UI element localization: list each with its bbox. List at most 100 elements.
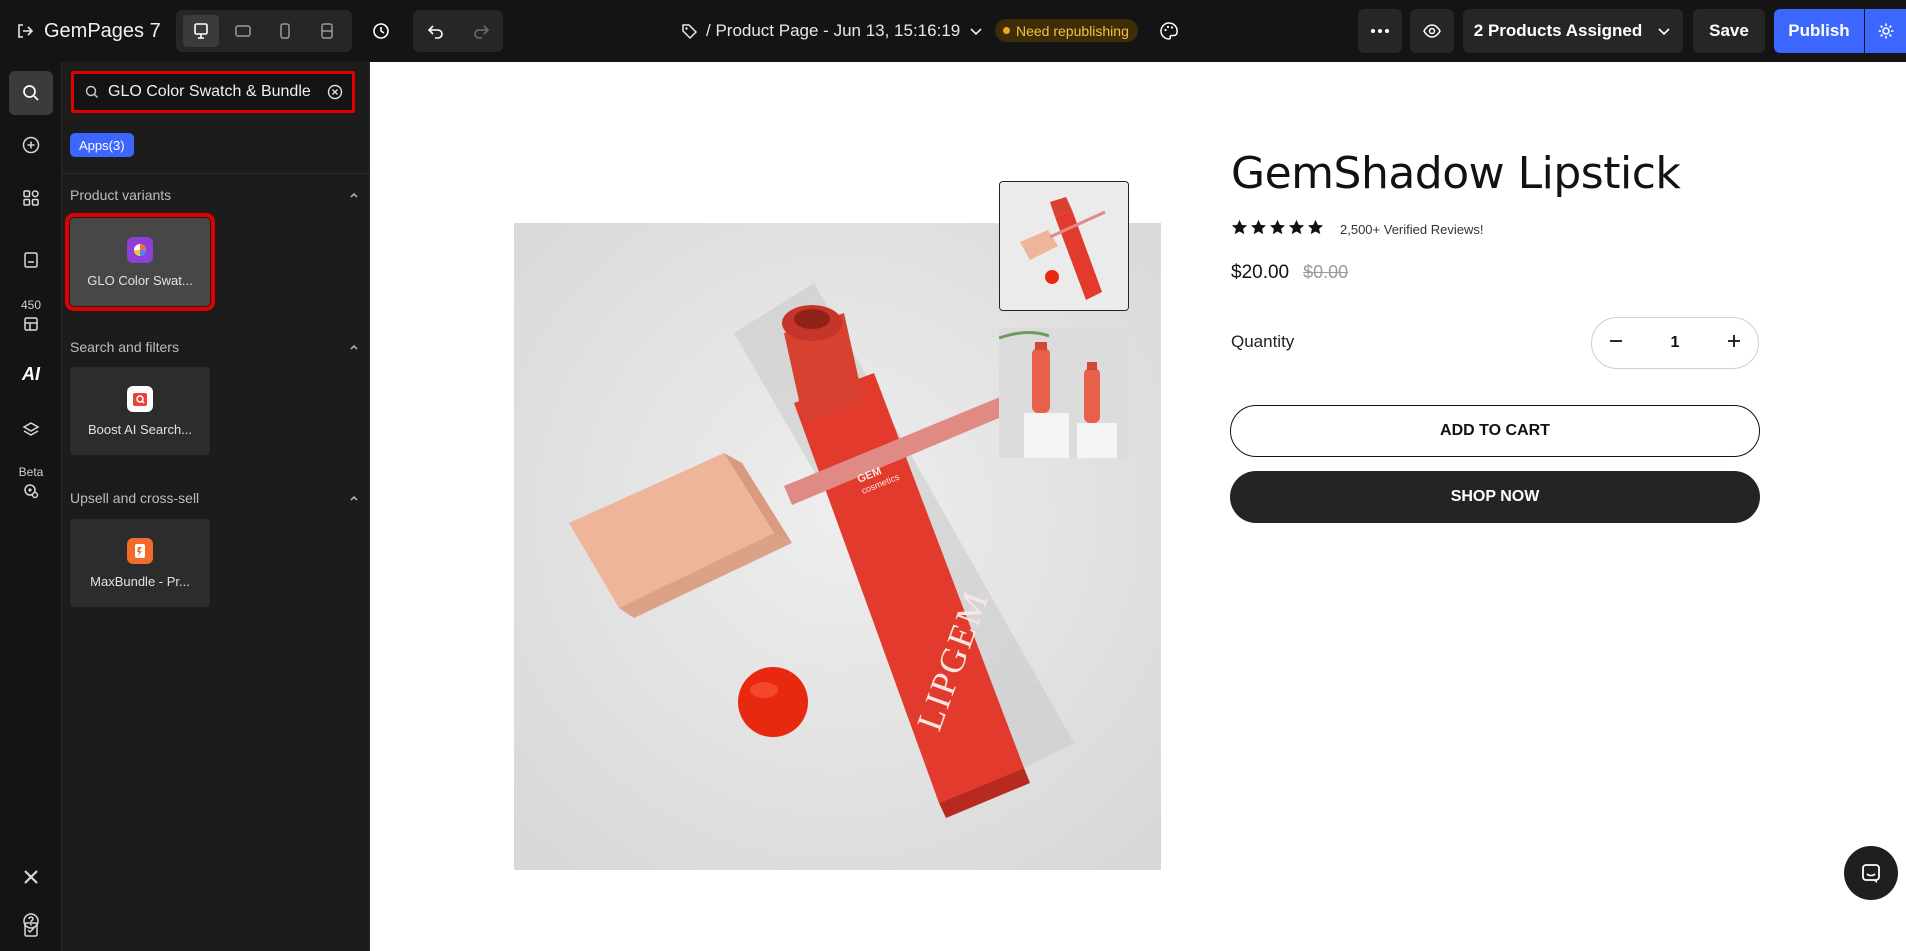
rail-x-button[interactable]: [9, 855, 53, 899]
rail-add-element-button[interactable]: [9, 123, 53, 167]
page-title: / Product Page - Jun 13, 15:16:19: [706, 21, 961, 40]
rail-help-button[interactable]: [9, 899, 53, 943]
layers-icon: [22, 422, 40, 436]
desktop-view-button[interactable]: [183, 15, 219, 47]
quantity-value[interactable]: 1: [1671, 334, 1680, 352]
shop-now-button[interactable]: SHOP NOW: [1230, 471, 1760, 523]
category-title: Product variants: [70, 187, 172, 203]
apps-filter-chip[interactable]: Apps(3): [70, 133, 134, 157]
library-count-badge: 450: [20, 297, 42, 312]
undo-redo-group: [413, 10, 503, 52]
apps-icon: [23, 190, 39, 206]
chevron-up-icon: [350, 495, 358, 501]
rail-layers-button[interactable]: [9, 408, 53, 452]
lipstick-thumbnail-illustration: [1000, 182, 1128, 310]
device-switcher: [176, 10, 352, 52]
app-card-boost-ai-search[interactable]: Boost AI Search...: [70, 367, 210, 455]
product-main-image[interactable]: LIPGEM GEM cosmetics: [514, 223, 1161, 870]
responsive-view-button[interactable]: [309, 15, 345, 47]
undo-button[interactable]: [413, 22, 458, 40]
page-canvas: LIPGEM GEM cosmetics GemShadow Lipstick: [370, 62, 1906, 951]
eye-icon: [1423, 24, 1441, 38]
chevron-down-icon: [970, 28, 982, 36]
rail-apps-button[interactable]: [9, 176, 53, 220]
minus-icon: [1610, 339, 1622, 342]
category-search-and-filters[interactable]: Search and filters: [70, 336, 360, 358]
undo-icon: [427, 25, 443, 39]
beta-label: Beta: [18, 464, 44, 479]
rail-beta-button[interactable]: Beta: [9, 454, 53, 510]
category-title: Upsell and cross-sell: [70, 490, 200, 506]
star-icon: [1269, 219, 1286, 240]
tablet-view-button[interactable]: [225, 15, 261, 47]
mobile-icon: [280, 23, 290, 39]
rail-ai-button[interactable]: AI: [9, 352, 53, 396]
assigned-products-label: 2 Products Assigned: [1473, 21, 1643, 40]
x-logo-icon: [24, 870, 38, 884]
add-to-cart-button[interactable]: ADD TO CART: [1230, 405, 1760, 457]
ellipsis-icon: [1371, 29, 1389, 33]
product-thumbnail-2[interactable]: [999, 328, 1129, 458]
plus-icon: [1728, 334, 1740, 347]
chevron-up-icon: [350, 192, 358, 198]
star-icon: [1288, 219, 1305, 240]
theme-settings-button[interactable]: [1152, 14, 1186, 48]
chevron-down-icon: [1658, 28, 1670, 36]
status-text: Need republishing: [1016, 22, 1129, 39]
search-input[interactable]: [108, 77, 318, 107]
search-icon: [23, 85, 39, 101]
rail-search-button[interactable]: [9, 71, 53, 115]
search-icon: [85, 85, 98, 98]
left-icon-rail: 450 AI Beta: [0, 62, 62, 951]
save-button[interactable]: Save: [1693, 9, 1765, 53]
exit-editor-button[interactable]: GemPages 7: [16, 14, 161, 48]
page-selector[interactable]: / Product Page - Jun 13, 15:16:19: [680, 14, 984, 48]
divider: [62, 173, 369, 174]
increase-quantity-button[interactable]: [1726, 333, 1742, 354]
decrease-quantity-button[interactable]: [1608, 333, 1624, 354]
product-thumbnail-1[interactable]: [999, 181, 1129, 311]
library-icon: [24, 316, 38, 331]
app-card-glo-color-swatch[interactable]: GLO Color Swat...: [65, 213, 215, 311]
compare-at-price: $0.00: [1303, 262, 1349, 282]
chevron-up-icon: [350, 344, 358, 350]
maxbundle-app-logo-icon: [127, 537, 153, 564]
app-card-maxbundle[interactable]: MaxBundle - Pr...: [70, 519, 210, 607]
plus-circle-icon: [22, 136, 40, 154]
redo-button[interactable]: [458, 22, 503, 40]
location-settings-icon: [24, 483, 39, 498]
rail-pages-button[interactable]: [9, 238, 53, 282]
star-icon: [1231, 219, 1248, 240]
search-box: [71, 71, 355, 113]
category-product-variants[interactable]: Product variants: [70, 184, 360, 206]
product-prices: $20.00 $0.00: [1231, 262, 1348, 284]
lipstick-illustration: LIPGEM GEM cosmetics: [514, 223, 1161, 870]
product-rating: 2,500+ Verified Reviews!: [1231, 219, 1483, 239]
assigned-products-dropdown[interactable]: 2 Products Assigned: [1463, 9, 1683, 53]
responsive-icon: [321, 23, 333, 39]
app-name: GLO Color Swat...: [87, 272, 193, 288]
preview-button[interactable]: [1410, 9, 1454, 53]
tablet-icon: [235, 25, 251, 37]
top-bar: GemPages 7 / Product Page - Jun 13, 15:1…: [0, 0, 1906, 62]
rail-library-button[interactable]: 450: [9, 287, 53, 343]
exit-icon: [18, 24, 34, 38]
publish-settings-button[interactable]: [1865, 9, 1906, 53]
tag-icon: [682, 24, 698, 40]
product-title: GemShadow Lipstick: [1231, 148, 1681, 199]
more-options-button[interactable]: [1358, 9, 1402, 53]
chat-icon: [1862, 864, 1880, 883]
ai-icon: AI: [22, 363, 40, 384]
reviews-count: 2,500+ Verified Reviews!: [1340, 221, 1484, 237]
publish-button[interactable]: Publish: [1774, 9, 1864, 53]
glo-app-logo-icon: [127, 236, 153, 263]
status-badge: Need republishing: [995, 19, 1138, 42]
category-upsell-and-cross-sell[interactable]: Upsell and cross-sell: [70, 487, 360, 509]
gear-icon: [1878, 23, 1893, 39]
app-name: Boost AI Search...: [87, 421, 193, 437]
chat-support-button[interactable]: [1844, 846, 1898, 900]
clear-search-icon[interactable]: [326, 83, 344, 101]
mobile-view-button[interactable]: [267, 15, 303, 47]
history-button[interactable]: [364, 14, 398, 48]
help-icon: [23, 913, 39, 929]
